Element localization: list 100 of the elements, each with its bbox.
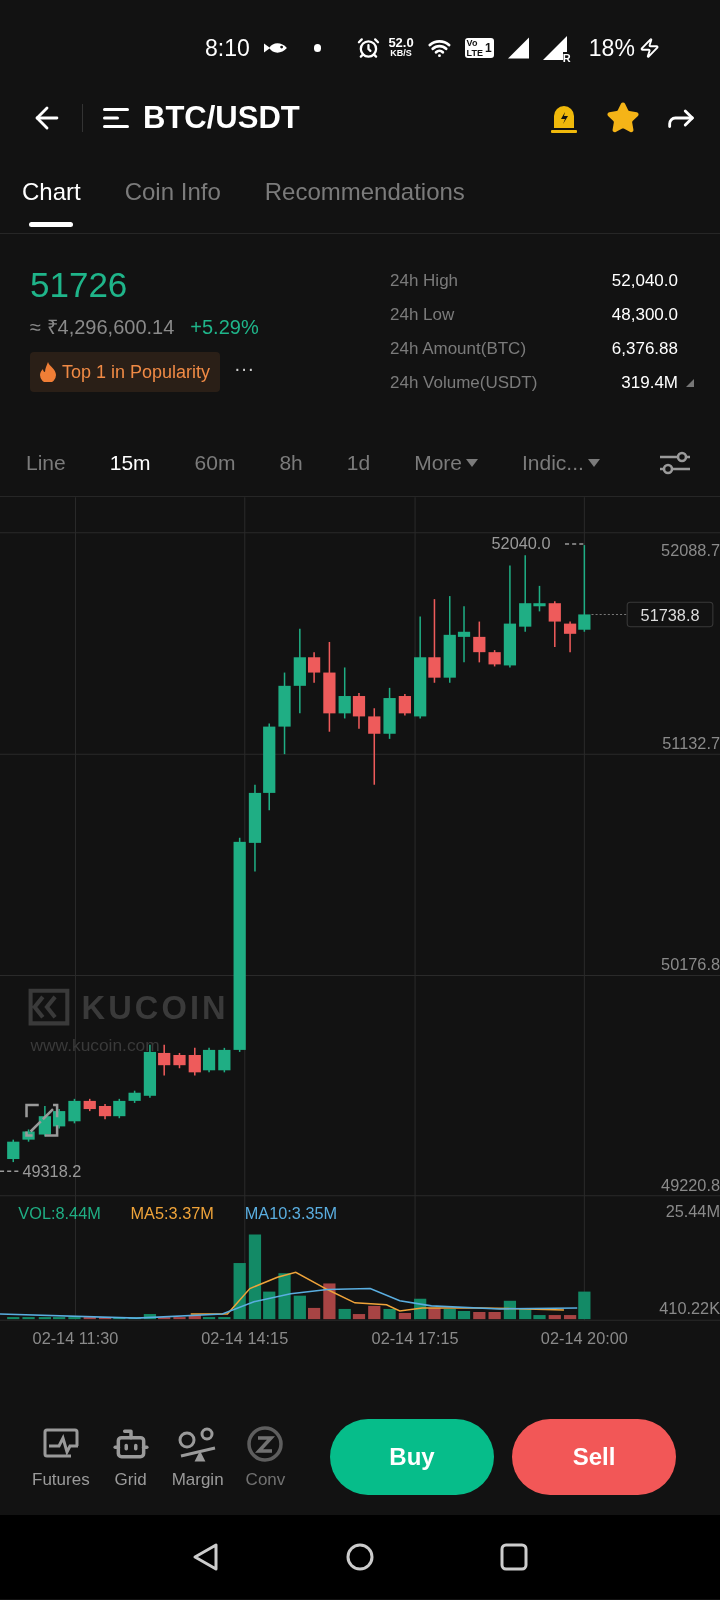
price-axis-label: 49220.8 [661, 1175, 720, 1194]
volume-bar [383, 1308, 396, 1320]
corner-triangle-icon[interactable] [686, 379, 694, 387]
alarm-icon [357, 35, 381, 61]
volume-axis-label: 410.22K [659, 1299, 720, 1318]
stat-value: 319.4M [621, 372, 678, 395]
tool-button[interactable]: Futures [32, 1423, 90, 1493]
leader-line [0, 1170, 20, 1173]
favorite-star-icon[interactable] [606, 101, 640, 135]
period-tab[interactable]: 60m [194, 447, 236, 479]
buy-button[interactable]: Buy [330, 1419, 494, 1495]
caret-icon [587, 459, 600, 467]
period-tab[interactable]: 15m [109, 447, 151, 479]
volume-bar [218, 1317, 231, 1320]
period-tab[interactable]: 1d [346, 447, 371, 479]
time-axis-label: 02-14 17:15 [371, 1328, 459, 1347]
stat-value: 6,376.88 [611, 338, 678, 361]
candlestick [218, 1047, 231, 1074]
last-price-tag: 51738.8 [626, 601, 714, 628]
volume-bar [457, 1311, 471, 1320]
time-axis-label: 02-14 14:15 [201, 1328, 289, 1347]
stat-label: 24h Low [390, 304, 455, 327]
charging-icon [638, 36, 660, 60]
more-button[interactable]: ··· [234, 353, 255, 383]
volume-bar [22, 1317, 35, 1320]
volume-bar [293, 1295, 306, 1320]
candlestick [53, 1108, 66, 1130]
sell-button[interactable]: Sell [512, 1419, 676, 1495]
volume-bar [488, 1312, 501, 1320]
period-tab[interactable]: Line [26, 447, 66, 479]
convert-icon [246, 1425, 285, 1463]
battery-percent: 18% [588, 33, 635, 63]
stat-label: 24h Volume(USDT) [390, 372, 538, 395]
candlestick [383, 687, 396, 740]
candlestick [188, 1047, 201, 1077]
flame-icon [40, 362, 56, 382]
volume-axis-label: 25.44M [665, 1202, 720, 1221]
fish-icon [263, 41, 289, 55]
candlestick [548, 600, 561, 648]
tab[interactable]: Coin Info [124, 178, 221, 227]
leader-line [564, 543, 585, 545]
stat-label: 24h Amount(BTC) [390, 338, 527, 361]
candlestick [113, 1098, 126, 1119]
price-axis-label: 51132.7 [662, 734, 720, 753]
volume-bar [7, 1317, 20, 1320]
roaming-label: R [562, 52, 571, 64]
volume-bar [443, 1308, 456, 1320]
period-tab[interactable]: 8h [279, 447, 303, 479]
watermark-icon [28, 988, 70, 1026]
volume-bar [473, 1312, 486, 1320]
high-marker: 52040.0 [491, 534, 551, 553]
volume-bar [548, 1315, 561, 1320]
volume-bar [38, 1317, 51, 1320]
expand-icon[interactable] [25, 1103, 59, 1137]
candlestick [7, 1138, 20, 1163]
candlestick [68, 1098, 81, 1125]
candlestick [173, 1052, 186, 1070]
candlestick [83, 1098, 96, 1112]
volume-bar [68, 1317, 81, 1320]
home-nav-icon[interactable] [345, 1542, 375, 1572]
tool-button[interactable]: Margin [171, 1423, 224, 1493]
network-speed: 52.0 KB/S [388, 37, 414, 59]
popularity-badge[interactable]: Top 1 in Popularity [30, 352, 221, 392]
stat-value: 52,040.0 [611, 270, 678, 293]
back-nav-icon[interactable] [191, 1542, 221, 1572]
volume-bar [323, 1283, 336, 1320]
candlestick [352, 692, 366, 730]
caret-icon [466, 459, 478, 467]
candlestick [202, 1047, 216, 1074]
recents-nav-icon[interactable] [499, 1542, 529, 1572]
settings-sliders-icon[interactable] [658, 449, 692, 477]
volume-legend: MA5:3.37M [130, 1204, 214, 1223]
tool-button[interactable]: Grid [111, 1423, 150, 1493]
candlestick [308, 651, 321, 684]
candlestick [338, 666, 351, 720]
volume-legend: VOL:8.44M [18, 1204, 101, 1223]
price-axis-label: 52088.7 [661, 541, 720, 560]
tool-button[interactable]: Conv [245, 1423, 286, 1493]
fiat-price: ≈ ₹4,296,600.14 [30, 315, 175, 340]
candlestick [473, 620, 486, 664]
volume-bar [398, 1313, 411, 1320]
candlestick [128, 1089, 141, 1104]
clock-time: 8:10 [205, 33, 250, 63]
candlestick [398, 693, 411, 717]
volume-bar [308, 1307, 321, 1320]
stat-value: 48,300.0 [611, 304, 678, 327]
time-axis-label: 02-14 20:00 [540, 1328, 628, 1347]
signal-icon [507, 36, 529, 60]
volume-legend: MA10:3.35M [244, 1204, 338, 1223]
tab[interactable]: Recommendations [264, 178, 465, 227]
volume-bar [53, 1317, 66, 1320]
low-marker: 49318.2 [22, 1162, 82, 1181]
period-tab[interactable]: More [414, 447, 478, 479]
menu-icon[interactable] [103, 107, 129, 129]
period-tab[interactable]: Indic... [522, 447, 600, 479]
tab[interactable]: Chart [22, 178, 81, 227]
time-axis-label: 02-14 11:30 [32, 1328, 119, 1347]
candlestick [22, 1128, 35, 1143]
volume-bar [233, 1263, 246, 1320]
price-axis-label: 50176.8 [661, 955, 720, 974]
